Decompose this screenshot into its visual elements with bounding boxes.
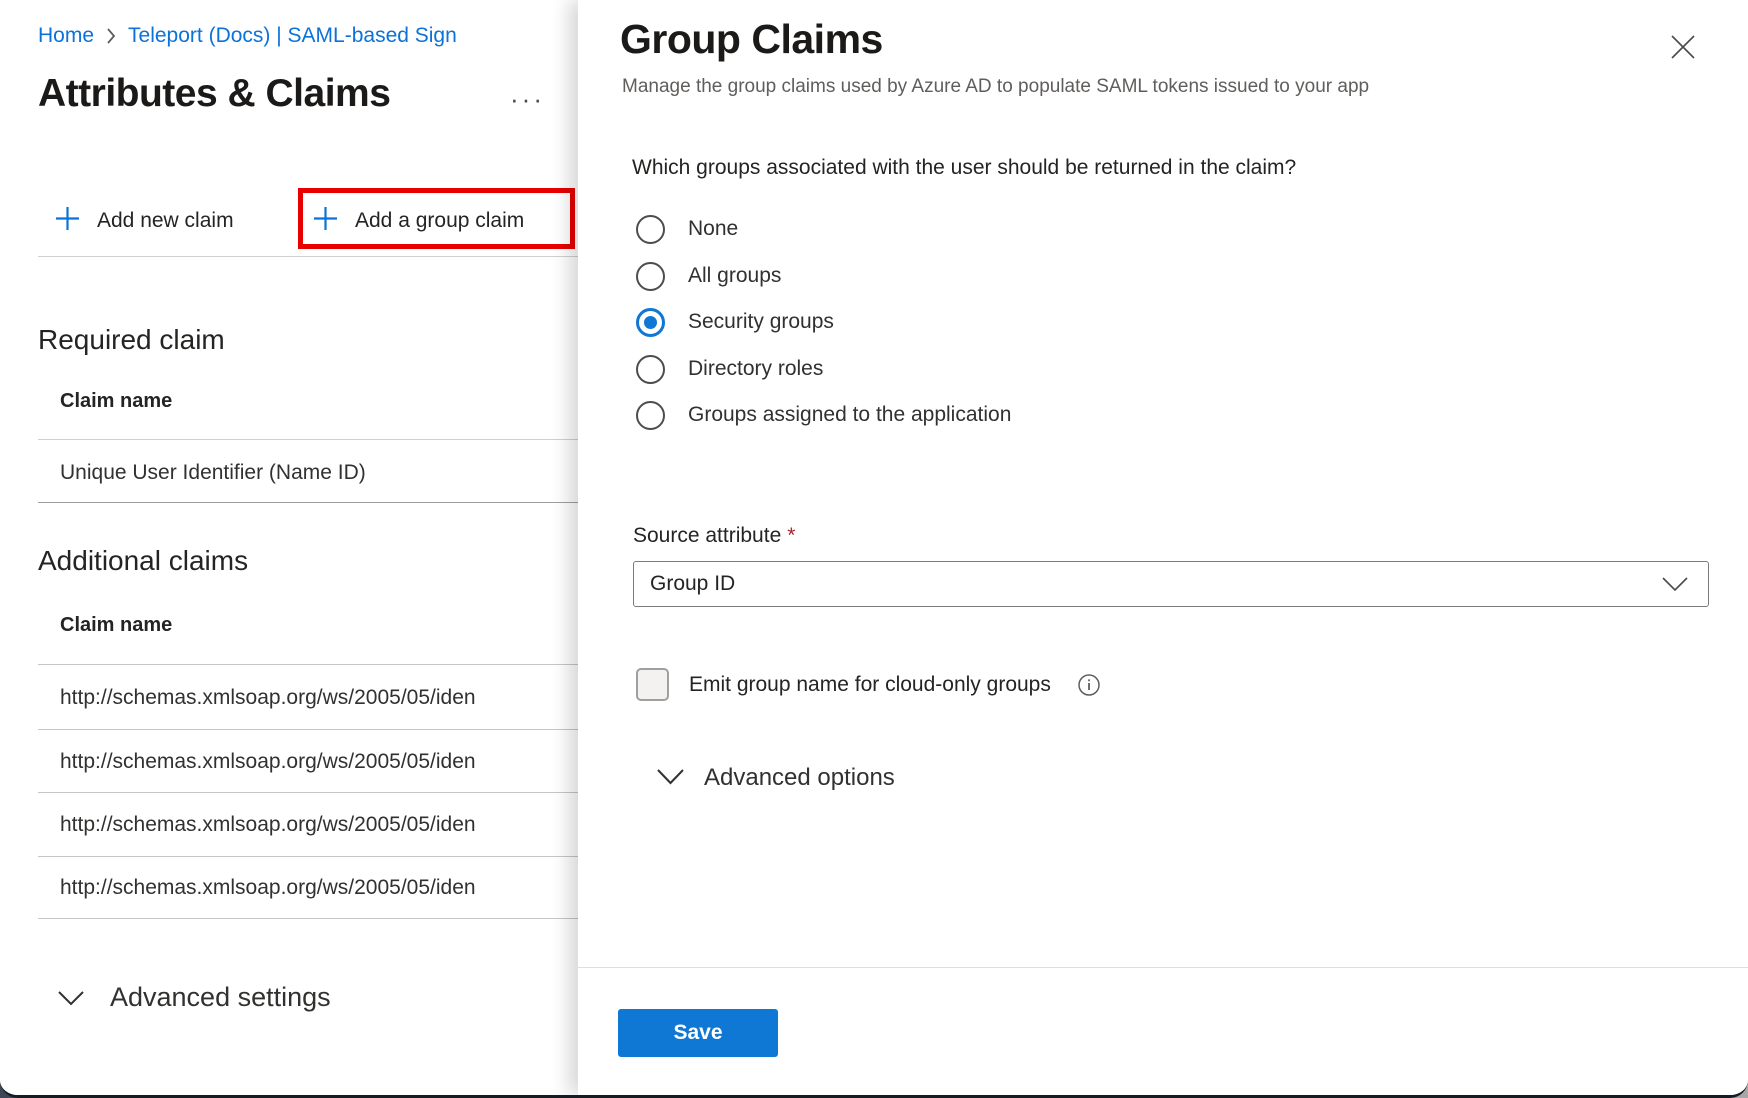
table-row-required-claim[interactable]: Unique User Identifier (Name ID) [60,461,366,485]
group-claims-panel: Group Claims Manage the group claims use… [578,0,1748,1095]
advanced-settings-toggle[interactable]: Advanced settings [58,982,331,1013]
save-button[interactable]: Save [618,1009,778,1057]
claim-name-column-header: Claim name [60,614,172,637]
table-row-claim-url[interactable]: http://schemas.xmlsoap.org/ws/2005/05/id… [60,686,476,710]
panel-subtitle: Manage the group claims used by Azure AD… [622,76,1369,98]
source-attribute-label: Source attribute* [633,524,795,548]
radio-icon [636,262,665,291]
divider [38,256,578,257]
browser-window: Home Teleport (Docs) | SAML-based Sign A… [0,0,1748,1098]
breadcrumb-home-link[interactable]: Home [38,24,94,48]
attributes-claims-page: Home Teleport (Docs) | SAML-based Sign A… [0,0,578,1095]
claim-name-column-header: Claim name [60,390,172,413]
table-row-claim-url[interactable]: http://schemas.xmlsoap.org/ws/2005/05/id… [60,813,476,837]
divider [38,439,578,440]
divider [38,918,578,919]
group-claims-question: Which groups associated with the user sh… [632,156,1296,180]
radio-label: All groups [688,264,781,288]
radio-option-directory-roles[interactable]: Directory roles [636,349,823,389]
radio-icon [636,215,665,244]
required-claim-heading: Required claim [38,324,225,356]
divider [38,729,578,730]
chevron-down-icon [1662,577,1688,592]
radio-option-all-groups[interactable]: All groups [636,256,781,296]
radio-option-security-groups[interactable]: Security groups [636,302,834,342]
chevron-down-icon [657,764,684,792]
add-group-claim-label: Add a group claim [355,209,524,233]
radio-icon [636,401,665,430]
plus-icon [314,207,337,236]
radio-label: None [688,217,738,241]
add-new-claim-button[interactable]: Add new claim [56,196,234,246]
divider [38,792,578,793]
radio-label: Security groups [688,310,834,334]
radio-icon [636,308,665,337]
advanced-options-toggle[interactable]: Advanced options [657,764,895,792]
required-asterisk: * [787,524,795,547]
page-title: Attributes & Claims [38,72,390,116]
more-options-icon[interactable]: ··· [510,84,545,115]
chevron-down-icon [58,982,84,1013]
advanced-settings-label: Advanced settings [110,982,331,1013]
plus-icon [56,207,79,236]
table-row-claim-url[interactable]: http://schemas.xmlsoap.org/ws/2005/05/id… [60,876,476,900]
advanced-options-label: Advanced options [704,764,895,792]
dropdown-selected-value: Group ID [650,572,1662,596]
additional-claims-heading: Additional claims [38,545,248,577]
panel-title: Group Claims [620,16,883,63]
info-icon[interactable] [1077,673,1101,697]
radio-label: Directory roles [688,357,823,381]
divider [38,664,578,665]
divider [38,856,578,857]
checkbox-label: Emit group name for cloud-only groups [689,673,1051,697]
breadcrumb-app-link[interactable]: Teleport (Docs) | SAML-based Sign [128,24,457,48]
breadcrumb-chevron-icon [106,28,116,44]
radio-label: Groups assigned to the application [688,403,1011,427]
radio-option-groups-assigned[interactable]: Groups assigned to the application [636,395,1011,435]
source-attribute-dropdown[interactable]: Group ID [633,561,1709,607]
add-group-claim-button[interactable]: Add a group claim [314,196,524,246]
breadcrumb: Home Teleport (Docs) | SAML-based Sign [38,24,457,48]
footer-divider [578,967,1748,968]
radio-option-none[interactable]: None [636,209,738,249]
table-row-claim-url[interactable]: http://schemas.xmlsoap.org/ws/2005/05/id… [60,750,476,774]
emit-group-name-checkbox[interactable]: Emit group name for cloud-only groups [636,668,1101,701]
add-new-claim-label: Add new claim [97,209,234,233]
checkbox-icon [636,668,669,701]
divider [38,502,578,503]
radio-icon [636,355,665,384]
close-icon[interactable] [1666,30,1700,64]
